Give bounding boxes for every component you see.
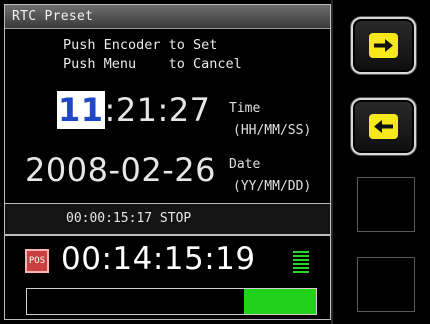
time-value[interactable]: 11:21:27 <box>57 91 211 129</box>
progress-fill <box>243 289 316 314</box>
time-label: Time <box>229 101 261 116</box>
divider <box>331 0 333 324</box>
date-value[interactable]: 2008-02-26 <box>25 151 216 189</box>
arrow-left-icon <box>369 114 398 139</box>
arrow-right-icon <box>369 33 398 58</box>
rtc-preset-panel: RTC Preset Push Encoder to Set Push Menu… <box>4 4 331 320</box>
time-format: (HH/MM/SS) <box>233 123 312 138</box>
time-min-sec: :21:27 <box>104 91 211 129</box>
date-format: (YY/MM/DD) <box>233 179 312 194</box>
date-row: 2008-02-26 <box>5 145 330 203</box>
progress-bar <box>26 288 317 315</box>
time-hour-field[interactable]: 11 <box>57 91 105 129</box>
status-text: 00:00:15:17 STOP <box>66 211 192 226</box>
instruction-cancel: Push Menu to Cancel <box>63 56 242 72</box>
next-button[interactable] <box>351 17 416 74</box>
rtc-preset-screen: RTC Preset Push Encoder to Set Push Menu… <box>0 0 430 324</box>
level-meter-icon <box>293 251 309 275</box>
date-label: Date <box>229 157 261 172</box>
instruction-set: Push Encoder to Set <box>63 37 218 53</box>
back-button[interactable] <box>351 98 416 155</box>
pos-badge: POS <box>25 249 49 273</box>
status-row: 00:00:15:17 STOP <box>5 204 330 234</box>
divider <box>5 234 330 236</box>
position-timecode: 00:14:15:19 <box>61 241 256 277</box>
window-title: RTC Preset <box>12 9 94 24</box>
title-bar: RTC Preset <box>5 5 330 29</box>
empty-softkey[interactable] <box>357 177 415 232</box>
empty-softkey[interactable] <box>357 257 415 312</box>
